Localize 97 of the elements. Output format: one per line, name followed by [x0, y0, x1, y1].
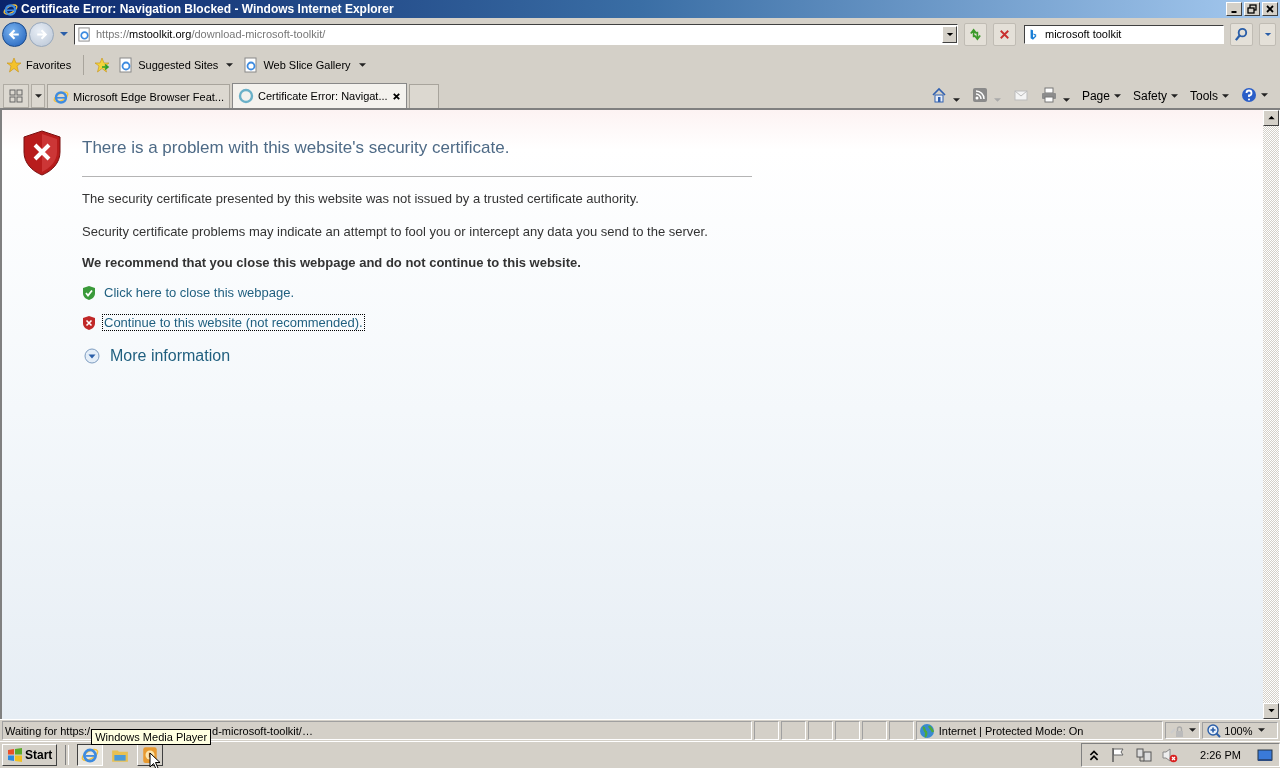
- browser-icon: [81, 746, 100, 764]
- caret-icon: [1222, 93, 1229, 99]
- status-text: d-microsoft-toolkit/…: [212, 724, 313, 737]
- printer-icon[interactable]: [1040, 87, 1057, 103]
- feed-icon[interactable]: [971, 87, 988, 103]
- page-link[interactable]: Continue to this website (not recommended).: [102, 314, 365, 331]
- close-icon[interactable]: [391, 91, 401, 101]
- mouse-cursor: [149, 752, 162, 768]
- search-provider-icon: [1029, 27, 1037, 42]
- search-button[interactable]: [1230, 22, 1253, 46]
- caret-icon: [1263, 31, 1272, 37]
- address-field[interactable]: https://mstoolkit.org/download-microsoft-toolkit/: [74, 23, 958, 45]
- caret-icon: [1258, 728, 1266, 733]
- scroll-up-icon[interactable]: [1267, 116, 1275, 120]
- show-desktop-icon[interactable]: [1257, 747, 1273, 763]
- home-icon[interactable]: [930, 87, 947, 103]
- url-text: https://mstoolkit.org/download-microsoft-toolkit/: [96, 28, 326, 40]
- status-text: Waiting for https:/: [5, 724, 91, 737]
- favorites-bar-item[interactable]: Suggested Sites: [116, 55, 236, 75]
- caret-icon[interactable]: [1062, 98, 1070, 103]
- caret-icon: [1261, 92, 1268, 98]
- star-icon: [6, 57, 22, 73]
- caret-icon: [993, 98, 1001, 103]
- show-hidden-icons[interactable]: [1088, 749, 1101, 761]
- page-icon: [118, 57, 135, 73]
- page-icon: [243, 57, 260, 73]
- stop-button[interactable]: [993, 22, 1016, 46]
- clock: 2:26 PM: [1200, 749, 1241, 761]
- caret-icon: [226, 62, 234, 68]
- browser-icon: [3, 1, 18, 17]
- command-menu[interactable]: Safety: [1132, 89, 1178, 103]
- browser-tab[interactable]: Microsoft Edge Browser Feat...: [47, 84, 230, 108]
- minimize-button[interactable]: [1226, 2, 1242, 16]
- shield-error-icon: [82, 314, 96, 331]
- caret-icon: [34, 93, 42, 99]
- grid-icon: [8, 88, 24, 104]
- browser-icon: [53, 88, 69, 105]
- expand-icon[interactable]: [84, 348, 100, 364]
- caret-icon: [358, 62, 366, 68]
- scrollbar[interactable]: [1263, 110, 1279, 719]
- globe-icon: [918, 722, 935, 739]
- status-bar-pane: [835, 721, 860, 740]
- shield-error-icon: [22, 130, 62, 176]
- more-information-link[interactable]: More information: [110, 347, 231, 365]
- help-button[interactable]: [1241, 87, 1268, 103]
- command-menu[interactable]: Page: [1081, 89, 1121, 103]
- restore-button[interactable]: [1244, 2, 1260, 16]
- address-dropdown-button[interactable]: [942, 25, 957, 43]
- caret-icon: [1171, 93, 1178, 99]
- windows-flag-icon: [7, 747, 23, 763]
- search-icon: [1234, 26, 1249, 42]
- taskbar-button[interactable]: [77, 744, 104, 766]
- refresh-icon: [968, 26, 983, 42]
- security-zone: Internet | Protected Mode: On: [938, 724, 1084, 737]
- help-icon: [1241, 87, 1257, 103]
- restore-icon: [1247, 4, 1257, 14]
- zoom-button[interactable]: 100%: [1202, 722, 1278, 739]
- network-icon[interactable]: [1136, 747, 1153, 763]
- flag-icon[interactable]: [1110, 747, 1127, 763]
- tooltip: Windows Media Player: [91, 728, 212, 745]
- caret-icon[interactable]: [952, 98, 960, 103]
- shield-check-icon: [82, 284, 96, 301]
- mail-icon: [1012, 87, 1029, 103]
- status-bar-pane: [861, 721, 887, 740]
- caret-icon: [945, 31, 954, 37]
- caret-icon: [1188, 728, 1196, 733]
- loading-icon: [238, 88, 254, 104]
- page-heading: There is a problem with this website's security certificate.: [82, 138, 511, 158]
- paragraph: The security certificate presented by this website was not issued by a trusted certificate authority.: [82, 190, 640, 208]
- window-title: Certificate Error: Navigation Blocked - Windows Internet Explorer: [21, 2, 394, 16]
- status-bar-pane: [808, 721, 834, 740]
- favorites-bar-item[interactable]: Web Slice Gallery: [241, 55, 368, 75]
- history-dropdown-icon[interactable]: [59, 31, 69, 37]
- refresh-button[interactable]: [964, 22, 987, 46]
- minimize-icon: [1231, 11, 1237, 13]
- recommendation-text: We recommend that you close this webpage and do not continue to this website.: [82, 255, 582, 270]
- status-bar-pane: [888, 721, 914, 740]
- status-bar-pane: [754, 721, 780, 740]
- protected-mode-button[interactable]: [1164, 722, 1201, 739]
- favorites-button[interactable]: Favorites: [4, 55, 74, 75]
- caret-icon: [1113, 93, 1121, 99]
- close-icon: [1265, 4, 1275, 14]
- scroll-down-icon[interactable]: [1267, 709, 1275, 713]
- tab-list-button[interactable]: [31, 84, 45, 108]
- browser-tab[interactable]: Certificate Error: Navigat...: [232, 83, 407, 108]
- start-button[interactable]: Start: [2, 744, 58, 766]
- zoom-icon: [1206, 722, 1223, 739]
- command-menu[interactable]: Tools: [1190, 89, 1229, 103]
- back-button[interactable]: [2, 21, 27, 47]
- search-field[interactable]: microsoft toolkit: [1024, 24, 1224, 44]
- paragraph: Security certificate problems may indicate an attempt to fool you or intercept any data you send to the server.: [82, 223, 709, 241]
- volume-muted-icon[interactable]: [1162, 747, 1179, 763]
- quick-tabs-button[interactable]: [3, 84, 29, 108]
- page-link[interactable]: Click here to close this webpage.: [102, 284, 297, 301]
- close-button[interactable]: [1262, 2, 1278, 16]
- status-bar-pane: [781, 721, 807, 740]
- page-icon: [77, 26, 92, 42]
